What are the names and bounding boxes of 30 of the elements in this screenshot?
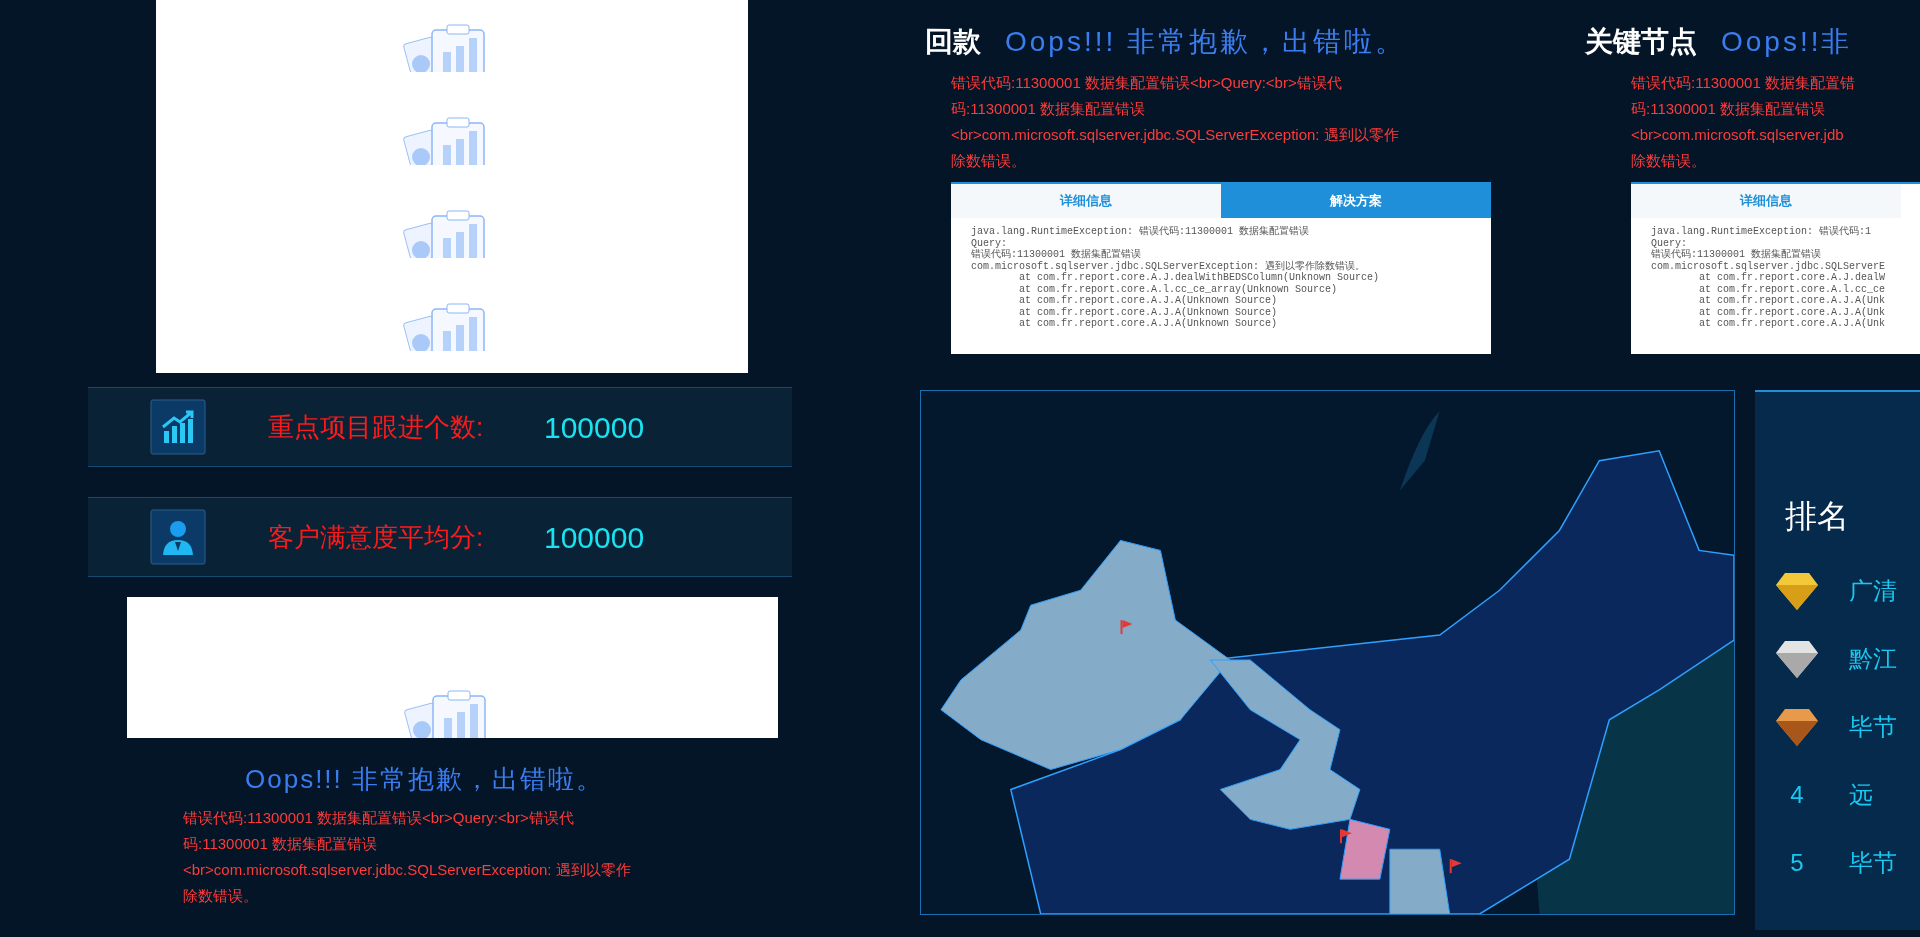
panel-title: 回款 (925, 25, 981, 59)
metric-label: 客户满意度平均分: (268, 520, 485, 554)
rank-number: 4 (1790, 780, 1804, 810)
error-message: 错误代码:11300001 数据集配置错误<br>Query:<br>错误代 码:11300001 数据集配置错误 <br>com.microsoft.sqlserver.jdbc.SQLServerException: 遇到以零作 除数错误。 (183, 808, 632, 906)
ranking-name: 毕节 (1849, 712, 1897, 742)
error-heading: Oops!!非 (1721, 25, 1853, 59)
rank-number: 5 (1790, 848, 1804, 878)
tab[interactable]: 解决方案 (1221, 184, 1491, 218)
ranking-name: 黔江 (1849, 644, 1897, 674)
error-heading: Oops!!! 非常抱歉，出错啦。 (245, 763, 606, 796)
error-message: 错误代码:11300001 数据集配置错误<br>Query:<br>错误代 码:11300001 数据集配置错误 <br>com.microsoft.sqlserver.jdbc.SQLServerException: 遇到以零作 除数错误。 (951, 73, 1400, 171)
ranking-name: 远 (1849, 780, 1873, 810)
tab[interactable]: 详细信息 (1631, 184, 1901, 218)
error-heading: Oops!!! 非常抱歉，出错啦。 (1005, 25, 1407, 59)
tab[interactable]: 详细信息 (951, 184, 1221, 218)
stack-trace: java.lang.RuntimeException: 错误代码:1 Query: 错误代码:11300001 数据集配置错误 com.microsoft.sqlserver.jdbc.SQLServerE at com.fr.report.core.A.J.dealW at com.fr.report.core.A.l.cc_ce at com.fr.report.core.A.J.A(Unk at com.fr.report.core.A.J.A(Unk at com.fr.report.core.A.J.A(Unk (1650, 225, 1887, 331)
panel-title: 关键节点 (1585, 25, 1697, 59)
ranking-title: 排名 (1785, 497, 1850, 536)
error-message: 错误代码:11300001 数据集配置错 码:11300001 数据集配置错误 <br>com.microsoft.sqlserver.jdb 除数错误。 (1631, 73, 1856, 171)
metric-value: 100000 (544, 519, 645, 556)
stack-trace: java.lang.RuntimeException: 错误代码:11300001 数据集配置错误 Query: 错误代码:11300001 数据集配置错误 com.microsoft.sqlserver.jdbc.SQLServerException: 遇到以零作除数错误。 at com.fr.report.core.A.J.dealWithBEDSColumn(Unknown Source) at com.fr.report.core.A.l.cc_ce_array(Unknown Source) at com.fr.report.core.A.J.A(Unknown Source) at com.fr.report.core.A.J.A(Unknown Source) at com.fr.report.core.A.J.A(Unknown Source) (970, 225, 1381, 331)
metric-label: 重点项目跟进个数: (268, 410, 485, 444)
diamond-icon (1775, 707, 1819, 747)
ranking-name: 广清 (1849, 576, 1897, 606)
ranking-name: 毕节 (1849, 848, 1897, 878)
diamond-icon (1775, 571, 1819, 611)
person-icon (150, 509, 206, 565)
diamond-icon (1775, 639, 1819, 679)
growth-chart-icon (150, 399, 206, 455)
metric-value: 100000 (544, 409, 645, 446)
